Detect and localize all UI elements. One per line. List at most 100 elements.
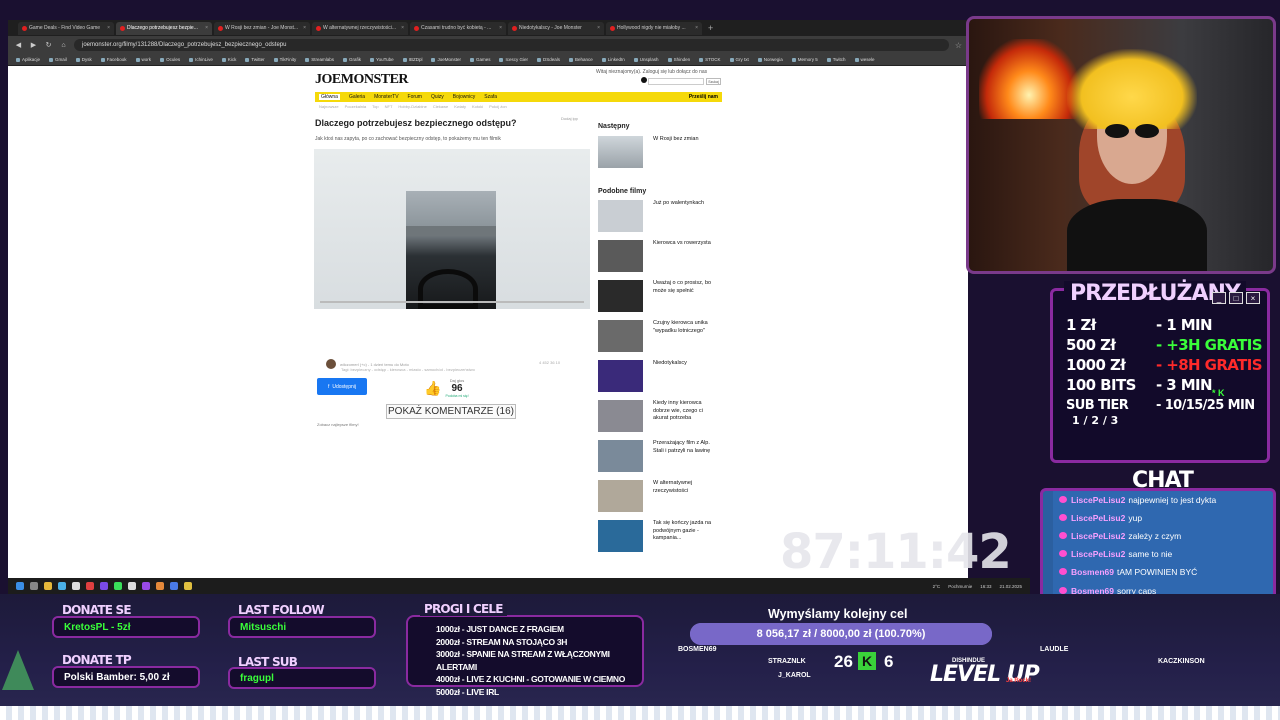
bookmark-item[interactable]: Twitch [826, 57, 846, 62]
browser-tab[interactable]: Game Deals - Find Video Game × [18, 21, 114, 35]
nav-submit-link[interactable]: Prześlij nam [689, 94, 718, 100]
video-thumbnail[interactable] [598, 136, 643, 168]
twitch-icon[interactable] [142, 582, 150, 590]
sidebar-similar-item[interactable]: Uważaj o co prosisz, bo może się spełnić [598, 280, 713, 312]
video-player[interactable] [314, 149, 590, 309]
video-title[interactable]: Już po walentynkach [653, 200, 713, 232]
sidebar-similar-item[interactable]: Kierowca vs rowerzysta [598, 240, 713, 272]
tab-close-icon[interactable]: × [303, 25, 306, 31]
search-icon[interactable] [30, 582, 38, 590]
bookmark-item[interactable]: Dysk [75, 57, 92, 62]
bookmark-item[interactable]: Streamlabs [305, 57, 334, 62]
weather-temp[interactable]: 2°C [933, 584, 941, 589]
login-text[interactable]: Witaj nieznajomy(a). Zaloguj się lub doł… [596, 69, 707, 75]
app-icon[interactable] [86, 582, 94, 590]
browser-tab[interactable]: W Rosji bez zmian - Joe Monst... × [214, 21, 310, 35]
steam-icon[interactable] [170, 582, 178, 590]
bookmark-item[interactable]: JoeMonster [431, 57, 461, 62]
bookmark-item[interactable]: LinkedIn [601, 57, 625, 62]
windows-start-icon[interactable] [16, 582, 24, 590]
video-thumbnail[interactable] [598, 320, 643, 352]
firefox-icon[interactable] [156, 582, 164, 590]
tab-close-icon[interactable]: × [107, 25, 110, 31]
tags-line[interactable]: Tagi: bezpieczny - odstęp - kierowca - m… [341, 367, 475, 372]
bookmark-item[interactable]: TikFinity [273, 57, 296, 62]
url-field[interactable]: joemonster.org/filmy/131288/Dlaczego_pot… [74, 39, 949, 51]
bookmark-item[interactable]: YouTube [370, 57, 394, 62]
bookmark-item[interactable]: Ocules [160, 57, 180, 62]
sidebar-similar-item[interactable]: Niedotykalscy [598, 360, 713, 392]
bookmark-item[interactable]: DSdeals [537, 57, 560, 62]
bookmark-item[interactable]: Norwegia [757, 57, 783, 62]
video-thumbnail[interactable] [598, 280, 643, 312]
tab-close-icon[interactable]: × [499, 25, 502, 31]
weather-text[interactable]: Pochmurnie [948, 584, 972, 589]
sidebar-next-item[interactable]: W Rosji bez zmian [598, 136, 713, 168]
folder-icon[interactable] [44, 582, 52, 590]
browser-tab[interactable]: Czasami trudno być kobietą - ... × [410, 21, 506, 35]
video-title[interactable]: Uważaj o co prosisz, bo może się spełnić [653, 280, 713, 312]
reload-icon[interactable]: ↻ [44, 41, 53, 49]
bookmark-item[interactable]: Gmail [49, 57, 67, 62]
video-thumbnail[interactable] [598, 360, 643, 392]
subnav-item[interactable]: NFT [385, 104, 393, 109]
discord-icon[interactable] [100, 582, 108, 590]
bookmark-item[interactable]: wesele [854, 57, 875, 62]
chat-username[interactable]: LiscePeLisu2 [1071, 549, 1125, 559]
chat-username[interactable]: LiscePeLisu2 [1071, 531, 1125, 541]
subnav-item[interactable]: Kotoki [472, 104, 483, 109]
video-title[interactable]: W alternatywnej rzeczywistości [653, 480, 713, 512]
bookmark-item[interactable]: Kick [221, 57, 236, 62]
subnav-item[interactable]: Top [372, 104, 378, 109]
subnav-item[interactable]: Hobby-Dziabine [398, 104, 426, 109]
browser-tab[interactable]: Hollywood nigdy nie miałoby ... × [606, 21, 702, 35]
back-icon[interactable]: ◀ [14, 41, 23, 49]
chat-username[interactable]: LiscePeLisu2 [1071, 495, 1125, 505]
nav-item[interactable]: Quizy [431, 94, 444, 100]
bookmark-item[interactable]: Unsplash [633, 57, 659, 62]
nav-item[interactable]: Szafa [484, 94, 497, 100]
bookmark-item[interactable]: IchinLive [189, 57, 213, 62]
subnav-item[interactable]: Pokój żon [489, 104, 507, 109]
bookmark-item[interactable]: Games [469, 57, 490, 62]
sidebar-similar-item[interactable]: Czujny kierowca unika "wypadku lotniczeg… [598, 320, 713, 352]
forward-icon[interactable]: ▶ [29, 41, 38, 49]
author-text[interactable]: wilczomerl (+c) - 1 dzień temu do Moto [340, 362, 409, 367]
bookmark-item[interactable]: Shinden [667, 57, 690, 62]
video-thumbnail[interactable] [598, 240, 643, 272]
site-logo[interactable]: JOEMONSTER [315, 72, 409, 88]
sidebar-similar-item[interactable]: Przerażający film z Alp. Stali i patrzyl… [598, 440, 713, 472]
video-title[interactable]: Kiedy inny kierowca dobrze wie, czego ci… [653, 400, 713, 432]
bookmark-item[interactable]: Twitter [245, 57, 265, 62]
clock-date[interactable]: 21.02.2025 [999, 584, 1022, 589]
clock-time[interactable]: 16:33 [980, 584, 991, 589]
see-also-link[interactable]: Zobacz najlepsze filmy! [317, 422, 359, 427]
nav-item[interactable]: Główna [319, 94, 340, 100]
bookmark-item[interactable]: Facebook [100, 57, 127, 62]
video-thumbnail[interactable] [598, 400, 643, 432]
video-title[interactable]: Kierowca vs rowerzysta [653, 240, 713, 272]
bookmark-item[interactable]: work [135, 57, 151, 62]
avatar[interactable] [326, 359, 336, 369]
obs-icon[interactable] [128, 582, 136, 590]
video-title[interactable]: Przerażający film z Alp. Stali i patrzyl… [653, 440, 713, 472]
video-thumbnail[interactable] [598, 480, 643, 512]
store-icon[interactable] [72, 582, 80, 590]
chat-username[interactable]: Bosmen69 [1071, 567, 1114, 577]
nav-item[interactable]: Bojownicy [453, 94, 476, 100]
sidebar-similar-item[interactable]: Tak się kończy jazda na podwójnym gazie … [598, 520, 713, 552]
subnav-item[interactable]: Ciekawe [433, 104, 448, 109]
sidebar-similar-item[interactable]: W alternatywnej rzeczywistości [598, 480, 713, 512]
edge-icon[interactable] [58, 582, 66, 590]
video-title[interactable]: Czujny kierowca unika "wypadku lotniczeg… [653, 320, 713, 352]
tab-close-icon[interactable]: × [401, 25, 404, 31]
bookmark-item[interactable]: Gry txt [729, 57, 749, 62]
search-button[interactable]: Szukaj [706, 78, 721, 85]
bookmark-item[interactable]: Behance [569, 57, 593, 62]
sidebar-similar-item[interactable]: Kiedy inny kierowca dobrze wie, czego ci… [598, 400, 713, 432]
sidebar-similar-item[interactable]: Już po walentynkach [598, 200, 713, 232]
facebook-share-button[interactable]: f Udostępnij [317, 378, 367, 395]
tab-close-icon[interactable]: × [695, 25, 698, 31]
search-input[interactable] [648, 78, 704, 85]
show-comments-button[interactable]: POKAŻ KOMENTARZE (16) [386, 404, 516, 419]
